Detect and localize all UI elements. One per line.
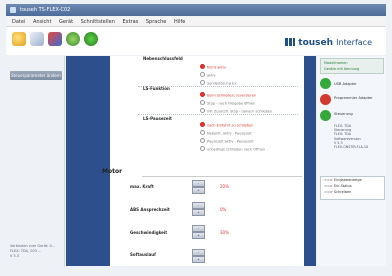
row-label: LS-Pausezeit [143, 116, 172, 121]
header-line: Modellnamen [324, 61, 348, 65]
error-icon [320, 94, 331, 105]
decrease-button[interactable]: - [192, 180, 205, 187]
log-box: ==> Eingabeanzeige ==> Ein-Status ==> Sc… [320, 176, 385, 200]
device-item-label: Programmier Adapter [334, 96, 373, 100]
menu-item-extras[interactable]: Extras [122, 19, 138, 25]
app-window: touseh TS-FLEX-C02 Datei Ansicht Gerät S… [0, 0, 392, 276]
radio-option[interactable]: Nebenlt. aktiv - Pausezeit [200, 130, 252, 136]
brand-name: touseh [298, 38, 334, 48]
device-panel: Modellnamen Geräte mit Kennung USB Adapt… [317, 56, 386, 266]
motor-param-value: 30% [220, 230, 229, 235]
app-icon [10, 7, 16, 13]
section-divider [142, 176, 302, 177]
device-item-controller[interactable]: Steuerung [320, 110, 382, 122]
nav-item-parameters[interactable]: Steuerparameter ändern [10, 71, 62, 80]
section-title-motor: Motor [102, 168, 123, 175]
increase-button[interactable]: + [192, 209, 205, 216]
radio-option[interactable]: nach Einfahrt zu schließen [200, 122, 253, 128]
settings-icon[interactable] [48, 32, 62, 46]
menu-item-device[interactable]: Gerät [59, 19, 73, 25]
connect-icon[interactable] [30, 32, 44, 46]
open-icon[interactable] [12, 32, 26, 46]
blue-band-right [304, 56, 316, 266]
radio-option[interactable]: beim Schließen: reversieren [200, 92, 256, 98]
menu-item-language[interactable]: Sprache [146, 19, 166, 25]
brand-suffix: Interface [336, 38, 372, 47]
decrease-button[interactable]: - [192, 249, 205, 256]
toolbar: touseh Interface [6, 27, 386, 55]
radio-option[interactable]: aktiv [200, 72, 216, 78]
motor-param-label: Geschwindigkeit [130, 230, 168, 235]
parameter-panel: Nebenschlussfeld Nicht aktiv aktiv Sonde… [66, 56, 316, 266]
menu-bar: Datei Ansicht Gerät Schnittstellen Extra… [6, 17, 386, 27]
check-icon [320, 110, 331, 121]
device-header: Modellnamen Geräte mit Kennung [320, 58, 384, 74]
navigation-sidebar: Steuerparameter ändern Verbinden zum Ger… [6, 56, 65, 266]
brand-mark-icon [285, 38, 296, 46]
radio-option[interactable]: Pausezeit aktiv - Pausezeit [200, 138, 253, 144]
header-line: Geräte mit Kennung [324, 67, 360, 71]
radio-option[interactable]: Nicht aktiv [200, 64, 226, 70]
status-line: V 5.3 [10, 254, 20, 258]
log-line: ==> Schreiben [324, 190, 352, 194]
device-item-usb[interactable]: USB Adapter [320, 78, 382, 90]
window-title: touseh TS-FLEX-C02 [20, 7, 71, 13]
motor-param-value: 0% [220, 207, 227, 212]
upload-icon[interactable] [66, 32, 80, 46]
row-label: LS-Funktion [143, 86, 170, 91]
parameter-content: Nebenschlussfeld Nicht aktiv aktiv Sonde… [102, 56, 304, 266]
status-text: Verbinden zum Gerät: 0... FLEX: TDA, 003… [10, 244, 55, 259]
device-details: FLEX: TDA Steuerung FLEX: TDA Softwareve… [334, 124, 369, 150]
increase-button[interactable]: + [192, 187, 205, 194]
motor-param-label: max. Kraft [130, 184, 154, 189]
motor-param-label: Softauslauf [130, 252, 156, 257]
menu-item-interfaces[interactable]: Schnittstellen [81, 19, 115, 25]
motor-param-value: 20% [220, 184, 229, 189]
device-item-programmer[interactable]: Programmier Adapter [320, 94, 382, 106]
decrease-button[interactable]: - [192, 202, 205, 209]
radio-option[interactable]: Stop - nach Freigabe öffnen [200, 100, 255, 106]
row-label: Nebenschlussfeld [143, 56, 183, 61]
increase-button[interactable]: + [192, 232, 205, 239]
check-icon [320, 78, 331, 89]
motor-param-label: ABS Ansprechzeit [130, 207, 170, 212]
device-item-label: USB Adapter [334, 82, 357, 86]
divider [138, 114, 298, 115]
device-list: USB Adapter Programmier Adapter Steuerun… [320, 78, 382, 168]
menu-item-view[interactable]: Ansicht [33, 19, 51, 25]
radio-option[interactable]: unbedingt schließen nach Öffnen [200, 146, 265, 152]
radio-option[interactable]: Sonderlösung Ex [200, 80, 236, 86]
blue-band-left [66, 56, 110, 266]
device-item-label: Steuerung [334, 112, 353, 116]
radio-option[interactable]: mit Zusatzfl. Stop - danach schließen [200, 108, 272, 114]
download-icon[interactable] [84, 32, 98, 46]
menu-item-file[interactable]: Datei [12, 19, 25, 25]
title-bar: touseh TS-FLEX-C02 [6, 4, 386, 16]
decrease-button[interactable]: - [192, 225, 205, 232]
increase-button[interactable]: + [192, 256, 205, 263]
menu-item-help[interactable]: Hilfe [174, 19, 185, 25]
brand-logo: touseh Interface [285, 38, 372, 48]
